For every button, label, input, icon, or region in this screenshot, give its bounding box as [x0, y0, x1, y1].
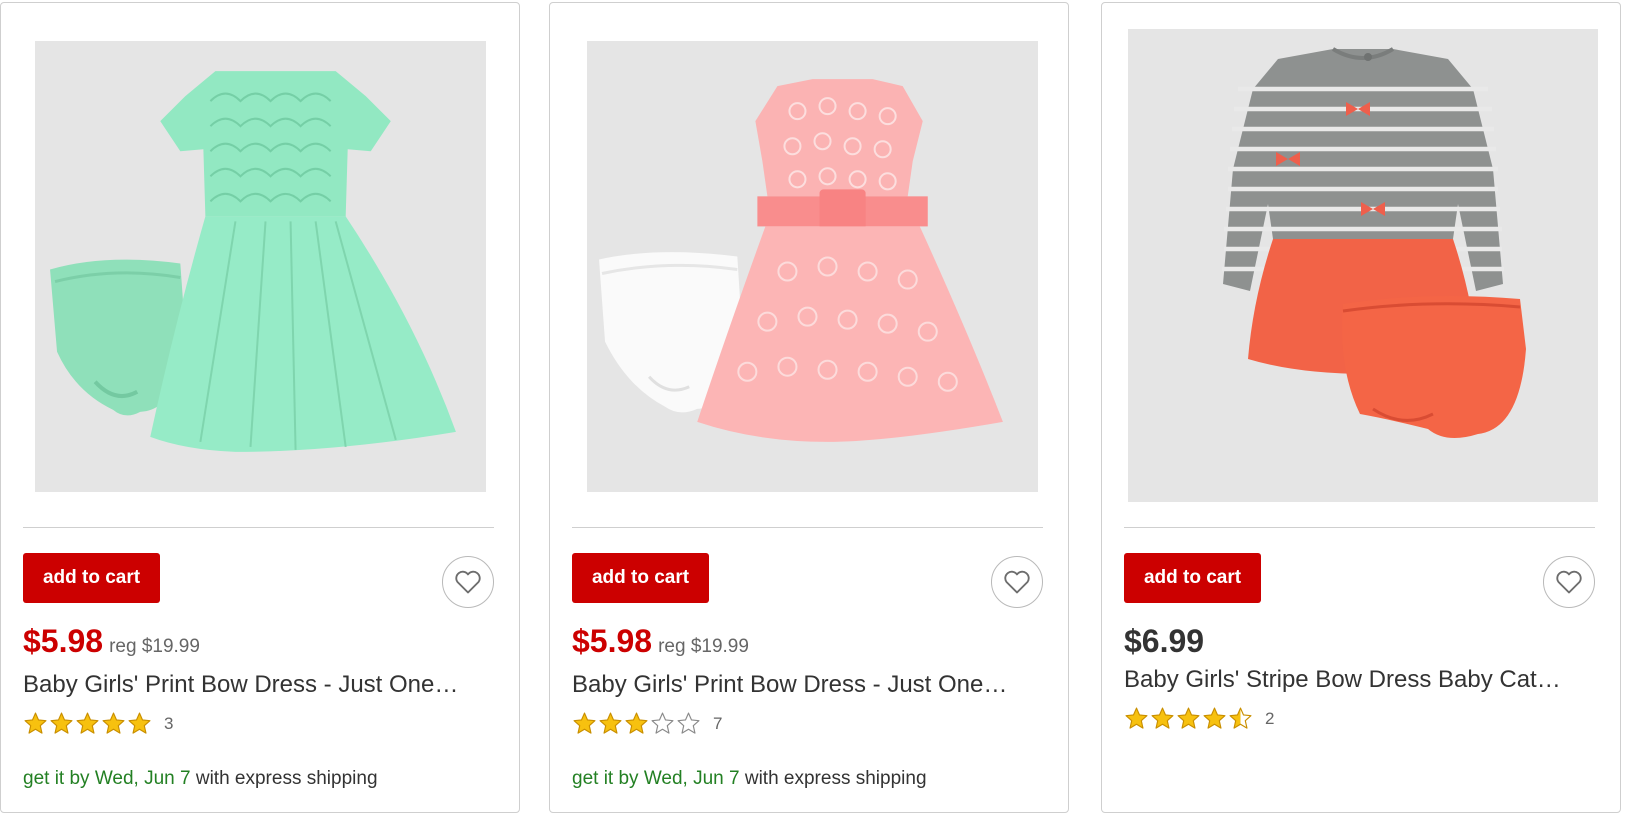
shipping-info: get it by Wed, Jun 7 with express shippi… — [23, 768, 378, 790]
star-icon — [1203, 707, 1226, 729]
card-divider — [23, 527, 494, 528]
ship-date: get it by Wed, Jun 7 — [572, 768, 740, 789]
stripe-dress-image — [1128, 29, 1598, 502]
star-icon — [24, 712, 47, 734]
price-row: $6.99 — [1124, 623, 1204, 660]
stars — [1124, 706, 1253, 731]
star-icon — [102, 712, 125, 734]
star-rating: 3 — [23, 711, 173, 736]
stars — [23, 711, 152, 736]
star-icon — [76, 712, 99, 734]
sale-price: $5.98 — [23, 623, 104, 659]
card-divider — [572, 527, 1043, 528]
product-image[interactable] — [1128, 29, 1598, 502]
card-divider — [1124, 527, 1595, 528]
pink-dress-image — [587, 41, 1038, 492]
stars — [572, 711, 701, 736]
sale-price: $6.99 — [1124, 623, 1205, 659]
favorite-button[interactable] — [442, 556, 494, 608]
product-card: add to cart $5.98 reg $19.99 Baby Girls' … — [0, 2, 520, 813]
review-count: 3 — [164, 713, 174, 733]
shipping-info: get it by Wed, Jun 7 with express shippi… — [572, 768, 927, 790]
regular-price: reg $19.99 — [109, 636, 200, 657]
ship-method: with express shipping — [739, 768, 927, 789]
ship-date: get it by Wed, Jun 7 — [23, 768, 191, 789]
heart-outline-icon — [1004, 570, 1030, 594]
star-icon — [1125, 707, 1148, 729]
price-row: $5.98 reg $19.99 — [572, 623, 749, 660]
sale-price: $5.98 — [572, 623, 653, 659]
star-icon — [50, 712, 73, 734]
star-rating: 2 — [1124, 706, 1274, 731]
star-icon — [573, 712, 596, 734]
add-to-cart-button[interactable]: add to cart — [572, 553, 709, 603]
star-icon — [1177, 707, 1200, 729]
star-icon — [128, 712, 151, 734]
mint-dress-image — [35, 41, 486, 492]
star-icon — [1151, 707, 1174, 729]
star-icon — [651, 712, 674, 734]
product-card: add to cart $5.98 reg $19.99 Baby Girls' … — [549, 2, 1069, 813]
product-title[interactable]: Baby Girls' Stripe Bow Dress Baby Cat… — [1124, 666, 1597, 694]
add-to-cart-button[interactable]: add to cart — [1124, 553, 1261, 603]
product-image[interactable] — [587, 41, 1038, 492]
product-card: add to cart $6.99 Baby Girls' Stripe Bow… — [1101, 2, 1621, 813]
review-count: 2 — [1265, 708, 1275, 728]
product-title[interactable]: Baby Girls' Print Bow Dress - Just One… — [23, 671, 496, 699]
price-row: $5.98 reg $19.99 — [23, 623, 200, 660]
star-icon — [677, 712, 700, 734]
star-icon — [1229, 707, 1252, 729]
star-icon — [625, 712, 648, 734]
regular-price: reg $19.99 — [658, 636, 749, 657]
heart-outline-icon — [1556, 570, 1582, 594]
product-title[interactable]: Baby Girls' Print Bow Dress - Just One… — [572, 671, 1045, 699]
star-rating: 7 — [572, 711, 722, 736]
favorite-button[interactable] — [1543, 556, 1595, 608]
ship-method: with express shipping — [190, 768, 378, 789]
star-icon — [599, 712, 622, 734]
product-image[interactable] — [35, 41, 486, 492]
add-to-cart-button[interactable]: add to cart — [23, 553, 160, 603]
review-count: 7 — [713, 713, 723, 733]
favorite-button[interactable] — [991, 556, 1043, 608]
heart-outline-icon — [455, 570, 481, 594]
